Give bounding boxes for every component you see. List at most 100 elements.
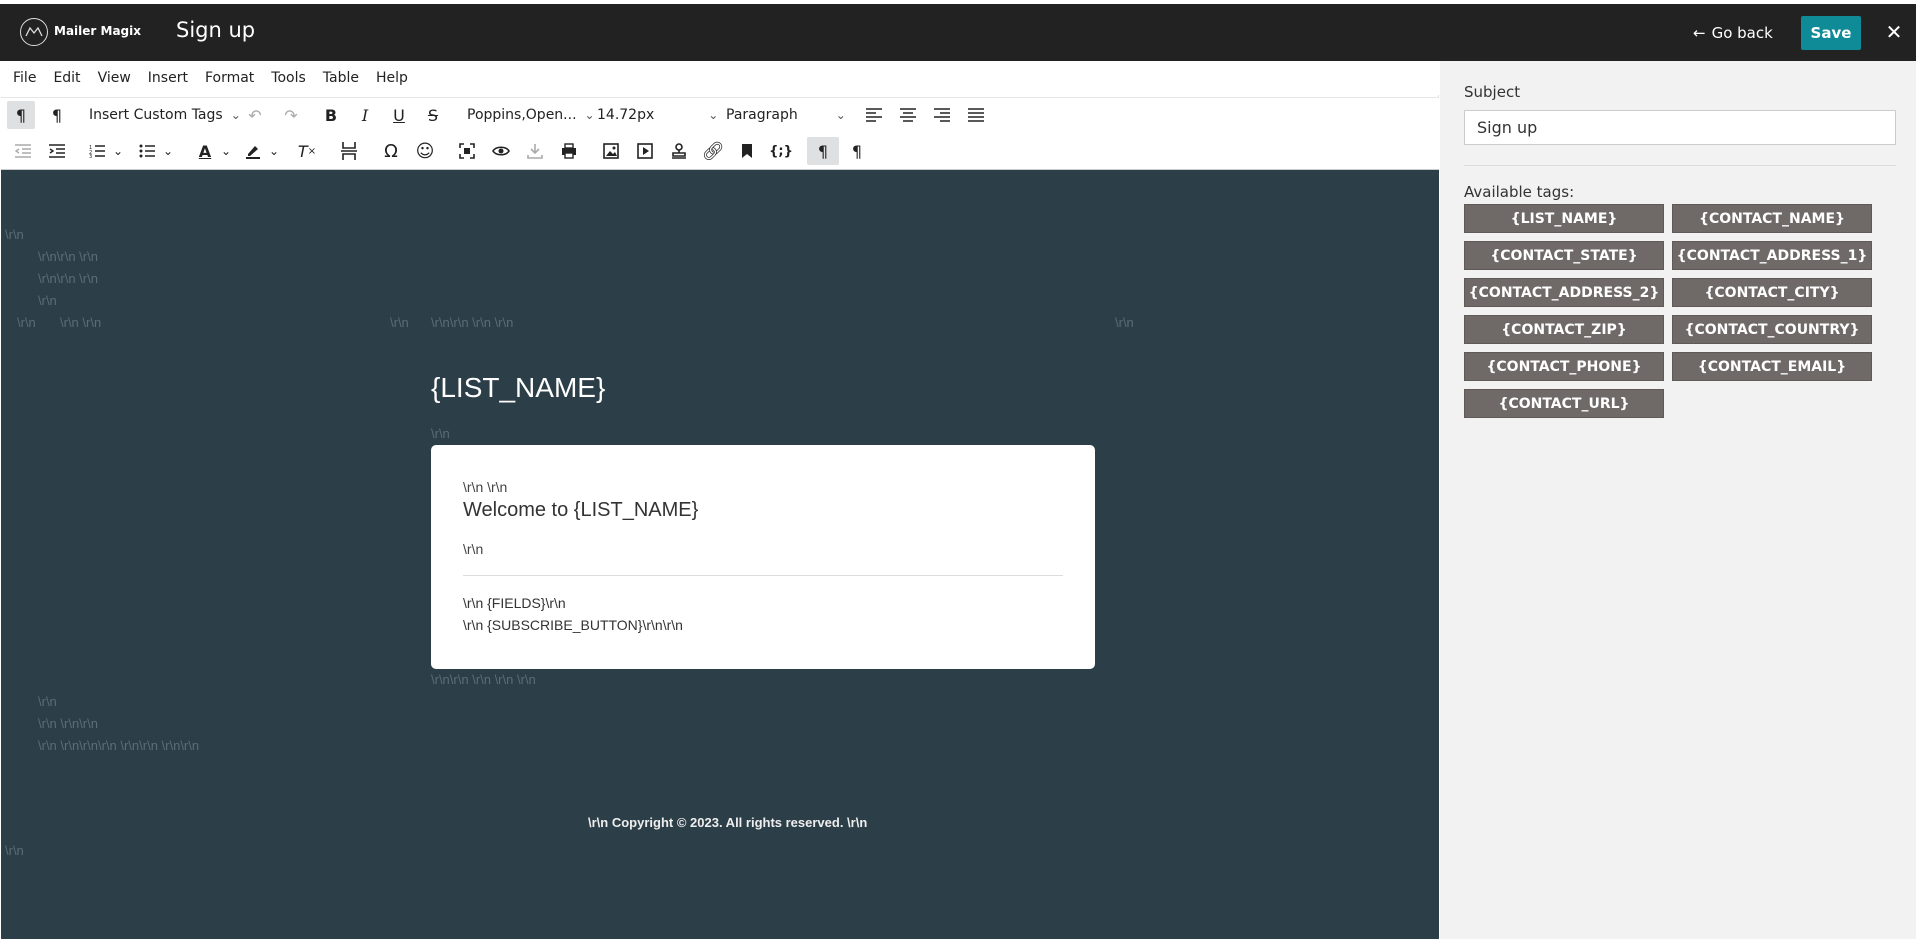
tag-button[interactable]: {CONTACT_ADDRESS_2}	[1464, 278, 1664, 307]
svg-text:3: 3	[89, 154, 92, 158]
template-variable-icon[interactable]: {;}	[767, 137, 795, 165]
align-center-icon[interactable]	[894, 101, 922, 129]
canvas-line: \r\n \r\n	[60, 315, 102, 330]
tag-button[interactable]: {CONTACT_URL}	[1464, 389, 1664, 418]
canvas-line: \r\n	[1115, 315, 1134, 330]
align-left-icon[interactable]	[860, 101, 888, 129]
block-format-dropdown[interactable]: Paragraph ⌄	[726, 101, 846, 129]
card-line: \r\n \r\n	[463, 479, 508, 495]
ltr-icon[interactable]: ¶	[807, 137, 839, 165]
chevron-down-icon[interactable]: ⌄	[161, 137, 175, 165]
menu-table[interactable]: Table	[323, 70, 359, 86]
canvas-line: \r\n\r\n \r\n	[38, 271, 98, 286]
canvas-line: \r\n	[38, 694, 57, 709]
save-document-icon[interactable]	[521, 137, 549, 165]
logo-icon	[20, 18, 48, 46]
insert-media-icon[interactable]	[631, 137, 659, 165]
italic-icon[interactable]: I	[351, 101, 379, 129]
fullscreen-icon[interactable]	[453, 137, 481, 165]
menu-format[interactable]: Format	[205, 70, 254, 86]
indent-icon[interactable]	[43, 137, 71, 165]
outdent-icon[interactable]	[9, 137, 37, 165]
emoticon-icon[interactable]: ☺	[411, 137, 439, 165]
welcome-heading: Welcome to {LIST_NAME}	[463, 499, 699, 521]
insert-custom-tags-dropdown[interactable]: Insert Custom Tags ⌄	[89, 101, 241, 129]
tag-button[interactable]: {LIST_NAME}	[1464, 204, 1664, 233]
chevron-down-icon: ⌄	[708, 108, 719, 122]
toolbar-row-2: 123 ⌄ ⌄ A ⌄ ⌄ T × Ω ☺ 🔗︎ {;} ¶ ¶	[1, 132, 1439, 170]
undo-icon[interactable]: ↶	[241, 101, 269, 129]
tag-button[interactable]: {CONTACT_CITY}	[1672, 278, 1872, 307]
link-icon[interactable]: 🔗︎	[699, 137, 727, 165]
menu-file[interactable]: File	[13, 70, 36, 86]
fields-placeholder: \r\n {FIELDS}\r\n	[463, 595, 566, 611]
canvas-line: \r\n	[5, 227, 24, 242]
menu-edit[interactable]: Edit	[53, 70, 80, 86]
rtl-icon[interactable]: ¶	[43, 101, 71, 129]
close-icon[interactable]: ✕	[1884, 20, 1904, 44]
highlight-color-icon[interactable]	[241, 137, 265, 165]
tag-button[interactable]: {CONTACT_NAME}	[1672, 204, 1872, 233]
editor: File Edit View Insert Format Tools Table…	[1, 61, 1439, 939]
ltr-icon[interactable]: ¶	[7, 101, 35, 129]
menu-help[interactable]: Help	[376, 70, 408, 86]
text-color-icon[interactable]: A	[193, 137, 217, 165]
list-name-heading: {LIST_NAME}	[431, 372, 606, 403]
custom-tags-label: Insert Custom Tags	[89, 107, 223, 123]
bold-icon[interactable]: B	[317, 101, 345, 129]
tag-button[interactable]: {CONTACT_COUNTRY}	[1672, 315, 1872, 344]
side-panel: Subject Available tags: {LIST_NAME} {CON…	[1440, 61, 1916, 939]
chevron-down-icon: ⌄	[230, 108, 241, 122]
insert-image-icon[interactable]	[597, 137, 625, 165]
numbered-list-icon[interactable]: 123	[85, 137, 109, 165]
menu-view[interactable]: View	[98, 70, 131, 86]
available-tags-label: Available tags:	[1464, 183, 1575, 201]
subject-input[interactable]	[1464, 110, 1896, 145]
page-break-icon[interactable]	[335, 137, 363, 165]
tag-button[interactable]: {CONTACT_ZIP}	[1464, 315, 1664, 344]
chevron-down-icon[interactable]: ⌄	[267, 137, 281, 165]
rtl-icon[interactable]: ¶	[843, 137, 871, 165]
divider	[1464, 165, 1896, 166]
canvas-line: \r\n	[390, 315, 409, 330]
canvas-line: \r\n \r\n\r\n	[38, 716, 98, 731]
redo-icon[interactable]: ↷	[277, 101, 305, 129]
bullet-list-icon[interactable]	[135, 137, 159, 165]
align-right-icon[interactable]	[928, 101, 956, 129]
card-line: \r\n	[463, 541, 484, 557]
special-character-icon[interactable]: Ω	[377, 137, 405, 165]
menu-tools[interactable]: Tools	[271, 70, 306, 86]
font-size-dropdown[interactable]: 14.72px ⌄	[597, 101, 718, 129]
canvas-line: \r\n	[5, 843, 24, 858]
clear-formatting-icon[interactable]: T ×	[293, 137, 321, 165]
tag-button[interactable]: {CONTACT_EMAIL}	[1672, 352, 1872, 381]
menu-bar: File Edit View Insert Format Tools Table…	[1, 61, 1439, 95]
page-title: Sign up	[176, 18, 256, 42]
align-justify-icon[interactable]	[962, 101, 990, 129]
stamp-icon[interactable]	[665, 137, 693, 165]
chevron-down-icon[interactable]: ⌄	[111, 137, 125, 165]
strikethrough-icon[interactable]: S	[419, 101, 447, 129]
font-size-value: 14.72px	[597, 107, 655, 123]
canvas-line: \r\n	[17, 315, 36, 330]
brand-name: Mailer Magix	[54, 24, 141, 38]
font-family-dropdown[interactable]: Poppins,Open... ⌄	[467, 101, 595, 129]
preview-icon[interactable]	[487, 137, 515, 165]
menu-insert[interactable]: Insert	[148, 70, 188, 86]
chevron-down-icon: ⌄	[835, 108, 846, 122]
chevron-down-icon[interactable]: ⌄	[219, 137, 233, 165]
signup-card: \r\n \r\n Welcome to {LIST_NAME} \r\n \r…	[431, 445, 1095, 669]
save-button[interactable]: Save	[1801, 16, 1861, 50]
print-icon[interactable]	[555, 137, 583, 165]
canvas-line: \r\n	[431, 426, 450, 441]
underline-icon[interactable]: U	[385, 101, 413, 129]
go-back-link[interactable]: ← Go back	[1693, 24, 1773, 42]
go-back-label: Go back	[1711, 24, 1773, 42]
bookmark-icon[interactable]	[733, 137, 761, 165]
editor-canvas[interactable]: \r\n \r\n\r\n \r\n \r\n\r\n \r\n \r\n \r…	[1, 170, 1439, 939]
chevron-down-icon: ⌄	[584, 108, 595, 122]
tag-button[interactable]: {CONTACT_STATE}	[1464, 241, 1664, 270]
tag-button[interactable]: {CONTACT_PHONE}	[1464, 352, 1664, 381]
canvas-line: \r\n \r\n\r\n\r\n \r\n\r\n \r\n\r\n	[38, 738, 200, 753]
tag-button[interactable]: {CONTACT_ADDRESS_1}	[1672, 241, 1872, 270]
